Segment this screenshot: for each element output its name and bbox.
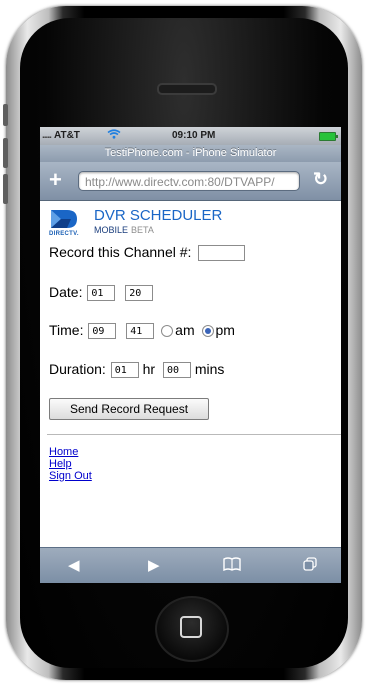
status-time: 09:10 PM: [172, 130, 216, 141]
battery-icon: [319, 132, 338, 141]
channel-input[interactable]: [198, 245, 246, 262]
plus-icon[interactable]: +: [49, 167, 62, 193]
duration-label: Duration:: [49, 361, 106, 377]
date-month-input[interactable]: 01: [87, 285, 116, 302]
url-bar: + http://www.directv.com:80/DTVAPP/ ↻: [40, 162, 341, 201]
directv-logo-icon: [51, 210, 77, 228]
browser-toolbar: ◀ ▶: [40, 547, 341, 583]
duration-row: Duration: 01 hr 00 mins: [49, 361, 225, 379]
pm-label: pm: [215, 322, 235, 338]
app-subtitle: MOBILE BETA: [94, 225, 154, 235]
mobile-label: MOBILE: [94, 225, 129, 235]
volume-down-button: [3, 174, 8, 204]
channel-label: Record this Channel #:: [49, 244, 192, 260]
reload-icon[interactable]: ↻: [313, 169, 328, 190]
forward-arrow-icon[interactable]: ▶: [148, 556, 160, 574]
back-arrow-icon[interactable]: ◀: [68, 556, 80, 574]
send-record-request-button[interactable]: Send Record Request: [49, 398, 209, 420]
date-row: Date: 01 20: [49, 284, 154, 302]
divider: [47, 434, 341, 435]
date-day-input[interactable]: 20: [125, 285, 154, 302]
time-hour-input[interactable]: 09: [88, 323, 117, 340]
beta-label: BETA: [131, 225, 154, 235]
mute-switch: [3, 104, 8, 126]
am-radio[interactable]: [161, 325, 174, 338]
phone-screen: ..... AT&T 09:10 PM TestiPhone.com - iPh…: [40, 127, 341, 583]
url-field[interactable]: http://www.directv.com:80/DTVAPP/: [78, 171, 300, 191]
time-row: Time: 09 41 am pm: [49, 322, 235, 340]
channel-row: Record this Channel #:: [49, 244, 246, 262]
home-link[interactable]: Home: [49, 446, 78, 458]
duration-minute-input[interactable]: 00: [162, 362, 191, 379]
time-minute-input[interactable]: 41: [126, 323, 155, 340]
help-link[interactable]: Help: [49, 458, 72, 470]
time-label: Time:: [49, 322, 84, 338]
volume-up-button: [3, 138, 8, 168]
am-label: am: [175, 322, 195, 338]
pages-icon[interactable]: [303, 557, 317, 575]
status-bar: ..... AT&T 09:10 PM: [40, 127, 341, 145]
date-label: Date:: [49, 284, 83, 300]
hr-label: hr: [142, 361, 156, 377]
pm-radio[interactable]: [201, 325, 214, 338]
directv-logo-text: DIRECTV.: [49, 231, 79, 237]
app-title: DVR SCHEDULER: [94, 207, 223, 224]
home-square-icon: [180, 616, 202, 638]
earpiece-speaker: [157, 83, 217, 95]
duration-hour-input[interactable]: 01: [110, 362, 139, 379]
sign-out-link[interactable]: Sign Out: [49, 470, 92, 482]
carrier-label: AT&T: [54, 130, 80, 141]
wifi-icon: [107, 129, 121, 142]
book-icon[interactable]: [223, 557, 241, 575]
browser-title: TestiPhone.com - iPhone Simulator: [40, 145, 341, 162]
signal-icon: .....: [42, 130, 52, 141]
mins-label: mins: [194, 361, 225, 377]
